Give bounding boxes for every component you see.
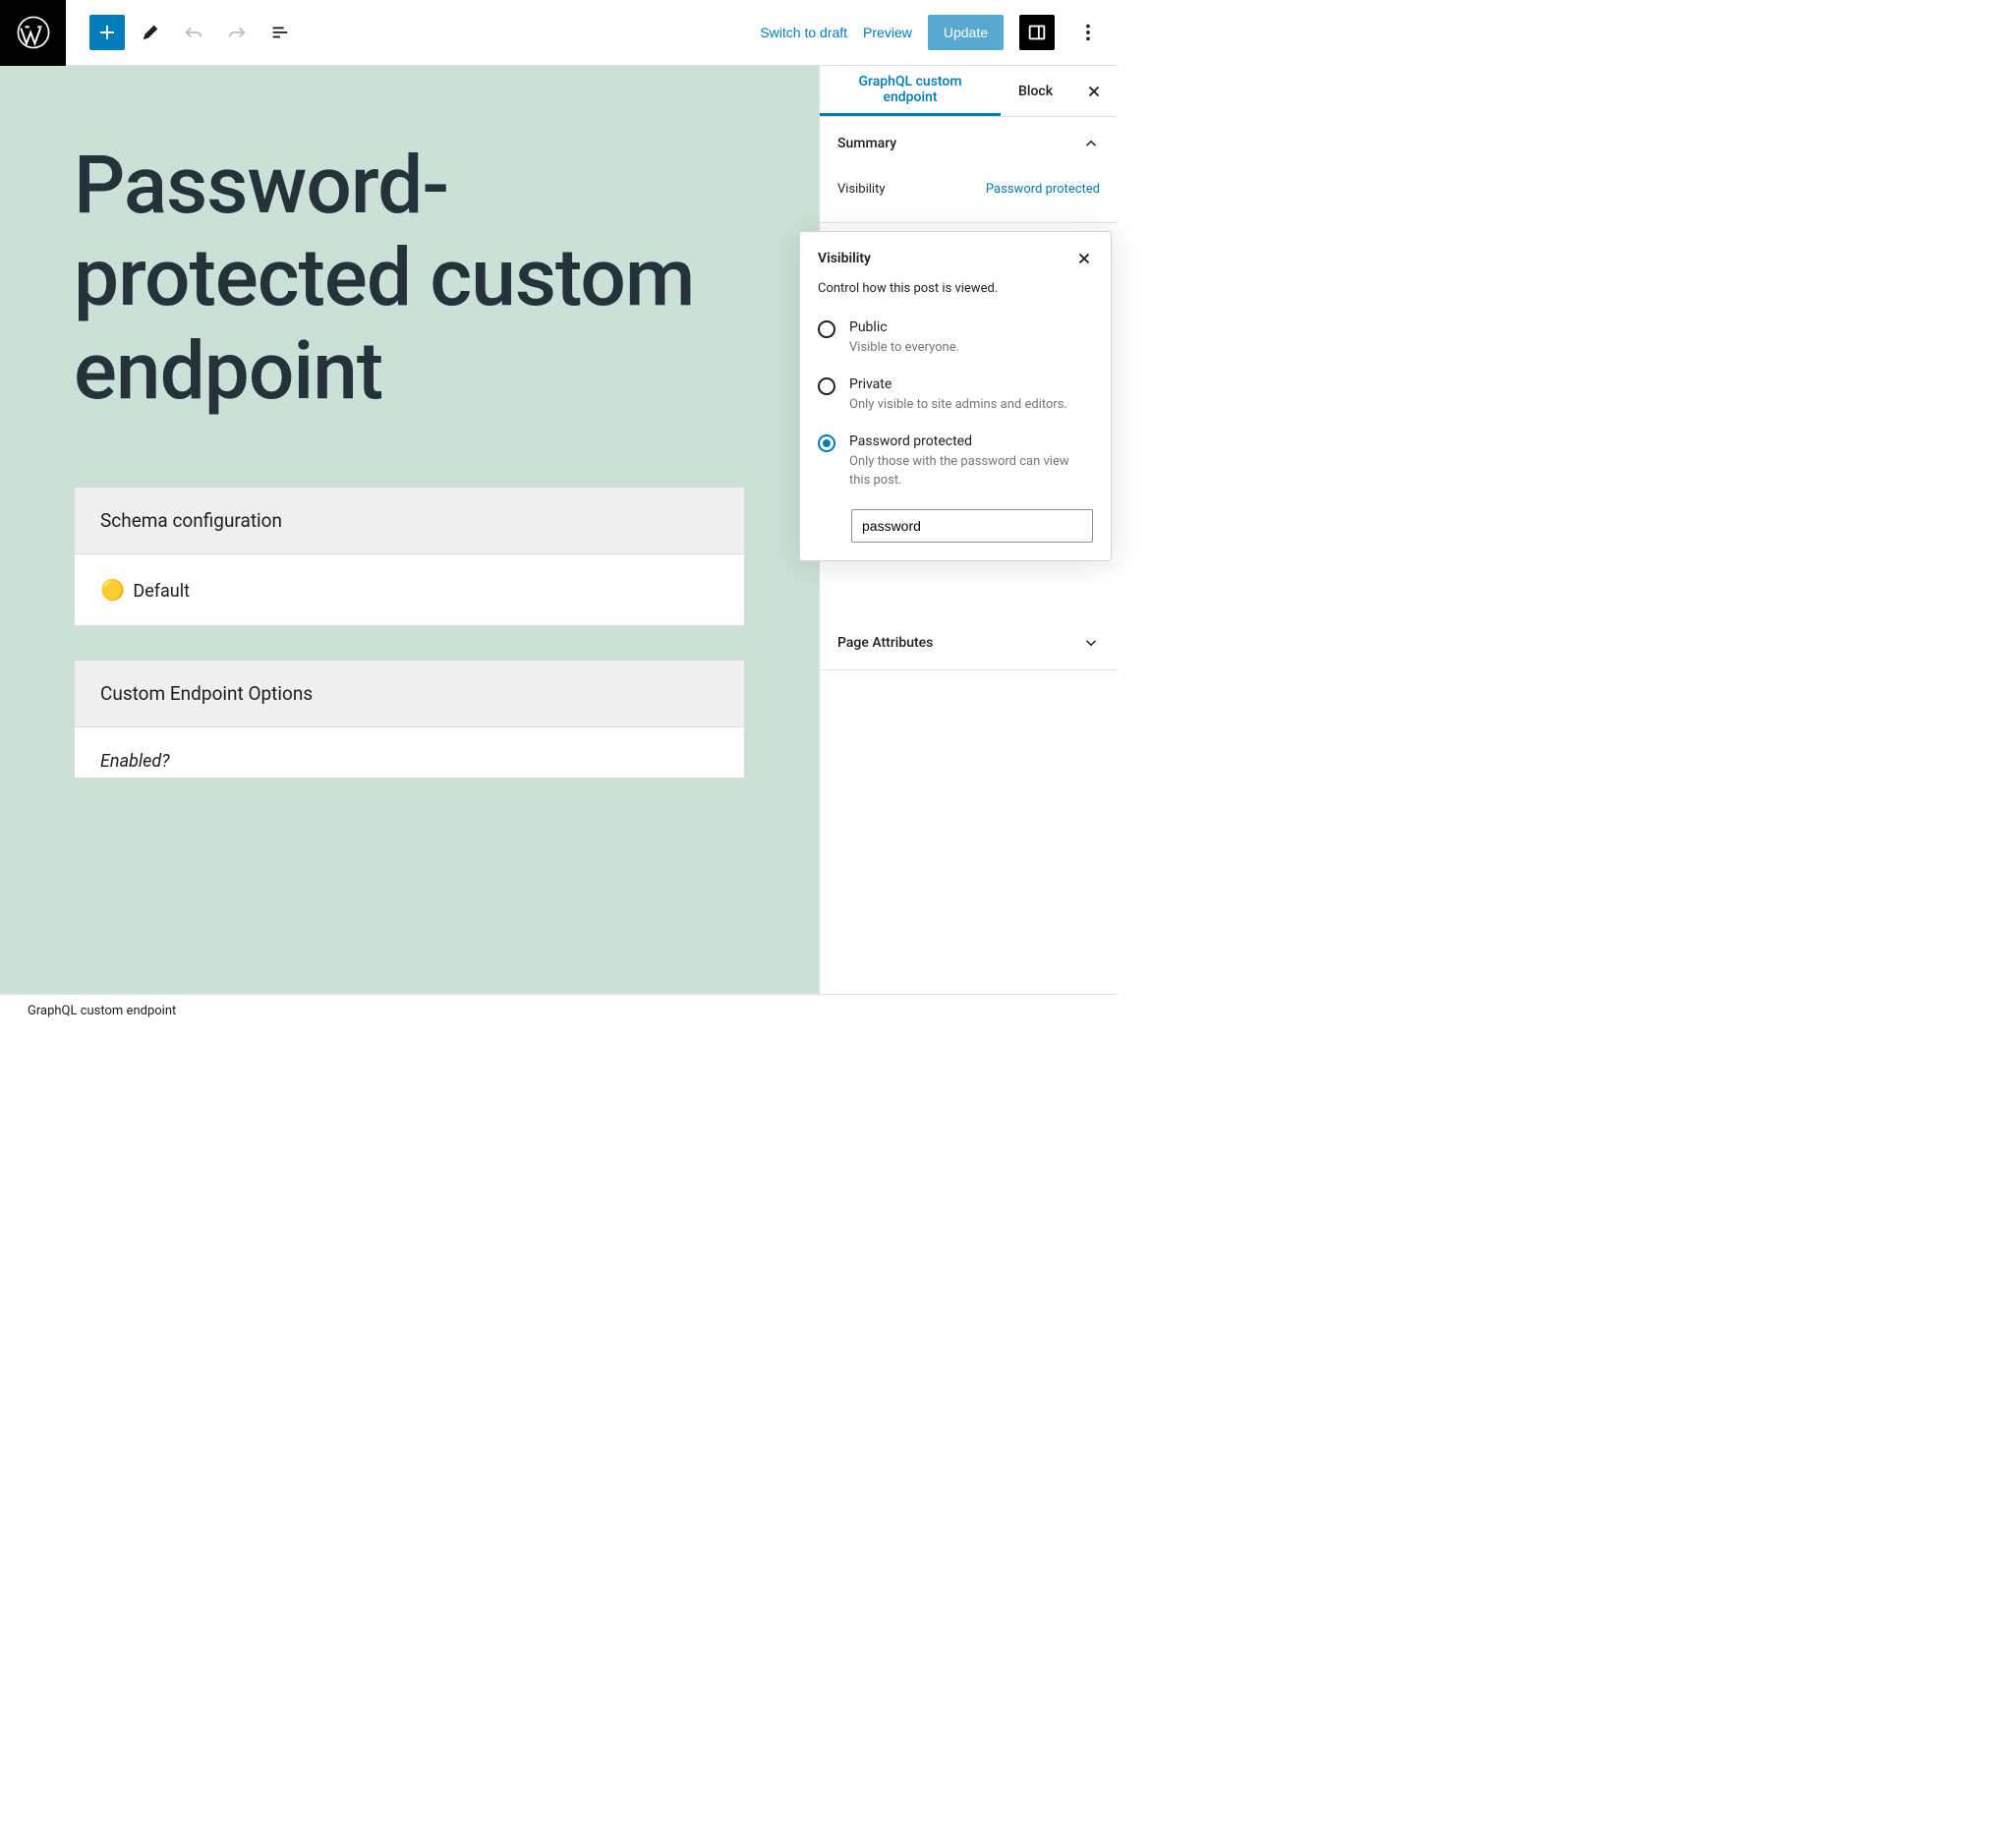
post-title[interactable]: Password-protected custom endpoint bbox=[74, 140, 745, 418]
panel-title: Page Attributes bbox=[837, 635, 933, 651]
wp-logo-button[interactable] bbox=[0, 0, 66, 66]
editor-canvas[interactable]: Password-protected custom endpoint Schem… bbox=[0, 66, 819, 994]
editor-layout: Password-protected custom endpoint Schem… bbox=[0, 66, 1118, 994]
switch-to-draft-button[interactable]: Switch to draft bbox=[760, 25, 847, 40]
schema-value: Default bbox=[133, 581, 190, 602]
radio-description: Visible to everyone. bbox=[849, 339, 959, 357]
breadcrumb[interactable]: GraphQL custom endpoint bbox=[28, 1004, 176, 1018]
update-button[interactable]: Update bbox=[928, 15, 1004, 50]
tab-block[interactable]: Block bbox=[1001, 66, 1070, 116]
document-overview-button[interactable] bbox=[262, 15, 298, 50]
wordpress-icon bbox=[17, 16, 50, 49]
radio-label: Password protected bbox=[849, 433, 1093, 449]
undo-icon bbox=[183, 22, 204, 43]
sidebar-icon bbox=[1026, 22, 1048, 43]
visibility-popover: Visibility Control how this post is view… bbox=[799, 231, 1112, 561]
radio-label: Private bbox=[849, 376, 1067, 392]
tab-document[interactable]: GraphQL custom endpoint bbox=[820, 66, 1001, 116]
edit-mode-button[interactable] bbox=[133, 15, 168, 50]
redo-icon bbox=[226, 22, 248, 43]
page-attributes-panel: Page Attributes bbox=[820, 616, 1118, 670]
radio-label: Public bbox=[849, 319, 959, 335]
toolbar-left bbox=[66, 15, 298, 50]
editor-footer: GraphQL custom endpoint bbox=[0, 994, 1118, 1026]
popover-header: Visibility bbox=[818, 250, 1093, 267]
popover-description: Control how this post is viewed. bbox=[818, 281, 1093, 296]
plus-icon bbox=[95, 21, 119, 44]
sidebar-tabs: GraphQL custom endpoint Block bbox=[820, 66, 1118, 117]
close-icon bbox=[1085, 83, 1103, 100]
popover-title: Visibility bbox=[818, 251, 871, 266]
summary-panel-header[interactable]: Summary bbox=[820, 117, 1118, 170]
chevron-down-icon bbox=[1082, 634, 1100, 652]
visibility-value[interactable]: Password protected bbox=[986, 182, 1100, 197]
page-attributes-header[interactable]: Page Attributes bbox=[820, 616, 1118, 669]
visibility-option-public[interactable]: Public Visible to everyone. bbox=[818, 310, 1093, 367]
visibility-label: Visibility bbox=[837, 182, 886, 197]
toolbar-right: Switch to draft Preview Update bbox=[760, 15, 1118, 50]
close-sidebar-button[interactable] bbox=[1070, 66, 1118, 116]
radio-icon bbox=[818, 320, 835, 338]
block-header: Schema configuration bbox=[75, 488, 744, 554]
more-vertical-icon bbox=[1077, 22, 1099, 43]
password-input[interactable] bbox=[851, 509, 1093, 543]
radio-icon-selected bbox=[818, 434, 835, 452]
close-popover-button[interactable] bbox=[1075, 250, 1093, 267]
summary-panel: Summary Visibility Password protected bbox=[820, 117, 1118, 223]
more-options-button[interactable] bbox=[1070, 15, 1106, 50]
enabled-label: Enabled? bbox=[75, 727, 744, 778]
pencil-icon bbox=[140, 22, 161, 43]
settings-sidebar: GraphQL custom endpoint Block Summary Vi… bbox=[819, 66, 1118, 994]
summary-panel-body: Visibility Password protected bbox=[820, 170, 1118, 222]
custom-endpoint-options-block[interactable]: Custom Endpoint Options Enabled? bbox=[74, 660, 745, 779]
chevron-up-icon bbox=[1082, 135, 1100, 152]
redo-button[interactable] bbox=[219, 15, 255, 50]
top-toolbar: Switch to draft Preview Update bbox=[0, 0, 1118, 66]
radio-description: Only those with the password can view th… bbox=[849, 453, 1093, 489]
settings-panel-toggle[interactable] bbox=[1019, 15, 1055, 50]
block-body: 🟡 Default bbox=[75, 554, 744, 625]
schema-configuration-block[interactable]: Schema configuration 🟡 Default bbox=[74, 487, 745, 626]
undo-button[interactable] bbox=[176, 15, 211, 50]
visibility-row[interactable]: Visibility Password protected bbox=[837, 170, 1100, 208]
visibility-option-private[interactable]: Private Only visible to site admins and … bbox=[818, 367, 1093, 424]
panel-title: Summary bbox=[837, 136, 896, 151]
add-block-button[interactable] bbox=[89, 15, 125, 50]
status-dot-icon: 🟡 bbox=[100, 578, 125, 602]
list-icon bbox=[269, 22, 291, 43]
preview-button[interactable]: Preview bbox=[863, 25, 912, 40]
radio-description: Only visible to site admins and editors. bbox=[849, 396, 1067, 414]
visibility-option-password[interactable]: Password protected Only those with the p… bbox=[818, 424, 1093, 498]
radio-icon bbox=[818, 377, 835, 395]
block-header: Custom Endpoint Options bbox=[75, 661, 744, 727]
